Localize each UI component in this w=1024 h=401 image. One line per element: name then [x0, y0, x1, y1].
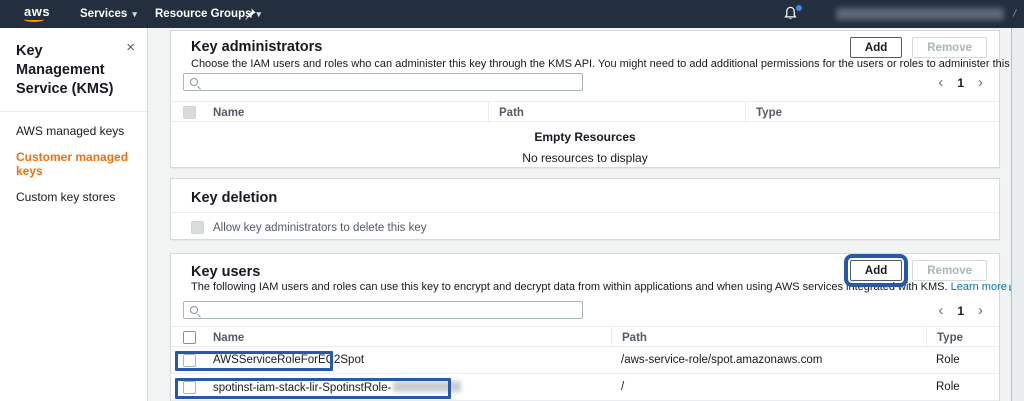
- allow-deletion-label: Allow key administrators to delete this …: [213, 222, 426, 234]
- sidebar-divider: [0, 111, 147, 112]
- add-button[interactable]: Add: [850, 37, 902, 58]
- card-divider: [171, 212, 999, 213]
- key-users-description: The following IAM users and roles can us…: [191, 281, 1018, 293]
- row-checkbox[interactable]: [183, 381, 196, 394]
- description-text: The following IAM users and roles can us…: [191, 281, 948, 293]
- add-button-highlighted[interactable]: Add: [850, 260, 902, 281]
- redacted-text: [393, 381, 461, 392]
- caret-down-icon: ▾: [257, 9, 262, 20]
- row-path: /: [621, 381, 936, 393]
- chevron-right-icon[interactable]: ›: [978, 303, 983, 318]
- key-administrators-table-header: Name Path Type: [171, 101, 999, 122]
- aws-logo[interactable]: aws: [24, 4, 50, 22]
- key-administrators-actions: Add Remove: [850, 37, 987, 58]
- table-row[interactable]: AWSServiceRoleForEC2Spot /aws-service-ro…: [171, 347, 999, 374]
- nav-services-label: Services: [80, 8, 127, 20]
- column-header-name: Name: [213, 332, 621, 344]
- key-users-table-header: Name Path Type: [171, 326, 999, 347]
- kms-sidebar: Key Management Service (KMS) × AWS manag…: [0, 28, 148, 401]
- select-all-checkbox[interactable]: [183, 331, 196, 344]
- key-users-title: Key users: [191, 264, 260, 280]
- table-row[interactable]: spotinst-iam-stack-lir-SpotinstRole- / R…: [171, 374, 999, 401]
- page-number[interactable]: 1: [957, 76, 964, 90]
- learn-more-link[interactable]: Learn more: [951, 281, 1007, 293]
- row-type: Role: [936, 354, 987, 366]
- pushpin-icon[interactable]: [243, 7, 257, 21]
- notification-dot-badge: [796, 5, 802, 11]
- caret-down-icon: ▾: [132, 9, 137, 20]
- key-deletion-title: Key deletion: [191, 190, 277, 206]
- kms-console-page: aws Services ▾ Resource Groups ▾ Key Man…: [0, 0, 1024, 401]
- row-path: /aws-service-role/spot.amazonaws.com: [621, 354, 936, 366]
- key-administrators-pagination: ‹ 1 ›: [938, 75, 983, 90]
- key-users-pagination: ‹ 1 ›: [938, 303, 983, 318]
- chevron-right-icon[interactable]: ›: [978, 75, 983, 90]
- key-administrators-description: Choose the IAM users and roles who can a…: [191, 58, 1024, 70]
- row-name-text: spotinst-iam-stack-lir-SpotinstRole-: [213, 382, 391, 394]
- empty-state-message: No resources to display: [171, 151, 999, 165]
- row-name: spotinst-iam-stack-lir-SpotinstRole-: [213, 381, 621, 394]
- column-header-path: Path: [488, 102, 755, 123]
- search-input[interactable]: [204, 303, 582, 317]
- nav-edge-mark: [1013, 9, 1022, 19]
- column-header-path: Path: [611, 327, 936, 348]
- key-administrators-card: Key administrators Choose the IAM users …: [170, 30, 1000, 168]
- column-header-name: Name: [213, 107, 498, 119]
- column-header-type: Type: [926, 327, 987, 348]
- row-type: Role: [936, 381, 987, 393]
- key-deletion-card: Key deletion Allow key administrators to…: [170, 178, 1000, 240]
- chevron-left-icon[interactable]: ‹: [938, 303, 943, 318]
- empty-state-title: Empty Resources: [171, 130, 999, 144]
- allow-deletion-checkbox[interactable]: [191, 221, 204, 234]
- chevron-left-icon[interactable]: ‹: [938, 75, 943, 90]
- empty-state: Empty Resources No resources to display: [171, 130, 999, 165]
- key-users-actions: Add Remove: [850, 260, 987, 281]
- sidebar-item-custom-key-stores[interactable]: Custom key stores: [0, 184, 147, 210]
- sidebar-item-aws-managed-keys[interactable]: AWS managed keys: [0, 118, 147, 144]
- notifications-bell[interactable]: [783, 6, 801, 22]
- remove-button[interactable]: Remove: [912, 260, 987, 281]
- row-name: AWSServiceRoleForEC2Spot: [213, 354, 621, 366]
- remove-button[interactable]: Remove: [912, 37, 987, 58]
- key-deletion-option: Allow key administrators to delete this …: [191, 221, 426, 234]
- sidebar-item-customer-managed-keys[interactable]: Customer managed keys: [0, 144, 147, 184]
- help-panel-rail[interactable]: [1011, 28, 1024, 401]
- redacted-account-info: [836, 8, 1004, 20]
- nav-resource-groups-label: Resource Groups: [155, 8, 252, 20]
- aws-navbar: aws Services ▾ Resource Groups ▾: [0, 0, 1024, 28]
- page-number[interactable]: 1: [957, 304, 964, 318]
- key-administrators-title: Key administrators: [191, 39, 322, 55]
- description-text: Choose the IAM users and roles who can a…: [191, 58, 1024, 70]
- column-header-type: Type: [745, 102, 987, 123]
- sidebar-header: Key Management Service (KMS) ×: [0, 28, 147, 111]
- search-input[interactable]: [204, 75, 582, 89]
- key-users-card: Key users The following IAM users and ro…: [170, 253, 1000, 401]
- search-icon: [190, 78, 198, 86]
- key-users-search[interactable]: [183, 301, 583, 319]
- aws-logo-text: aws: [24, 4, 50, 19]
- sidebar-title: Key Management Service (KMS): [16, 42, 116, 99]
- key-administrators-search[interactable]: [183, 73, 583, 91]
- search-icon: [190, 306, 198, 314]
- row-checkbox[interactable]: [183, 354, 196, 367]
- select-all-checkbox: [183, 106, 196, 119]
- nav-services-menu[interactable]: Services ▾: [80, 0, 137, 28]
- close-icon[interactable]: ×: [126, 40, 135, 55]
